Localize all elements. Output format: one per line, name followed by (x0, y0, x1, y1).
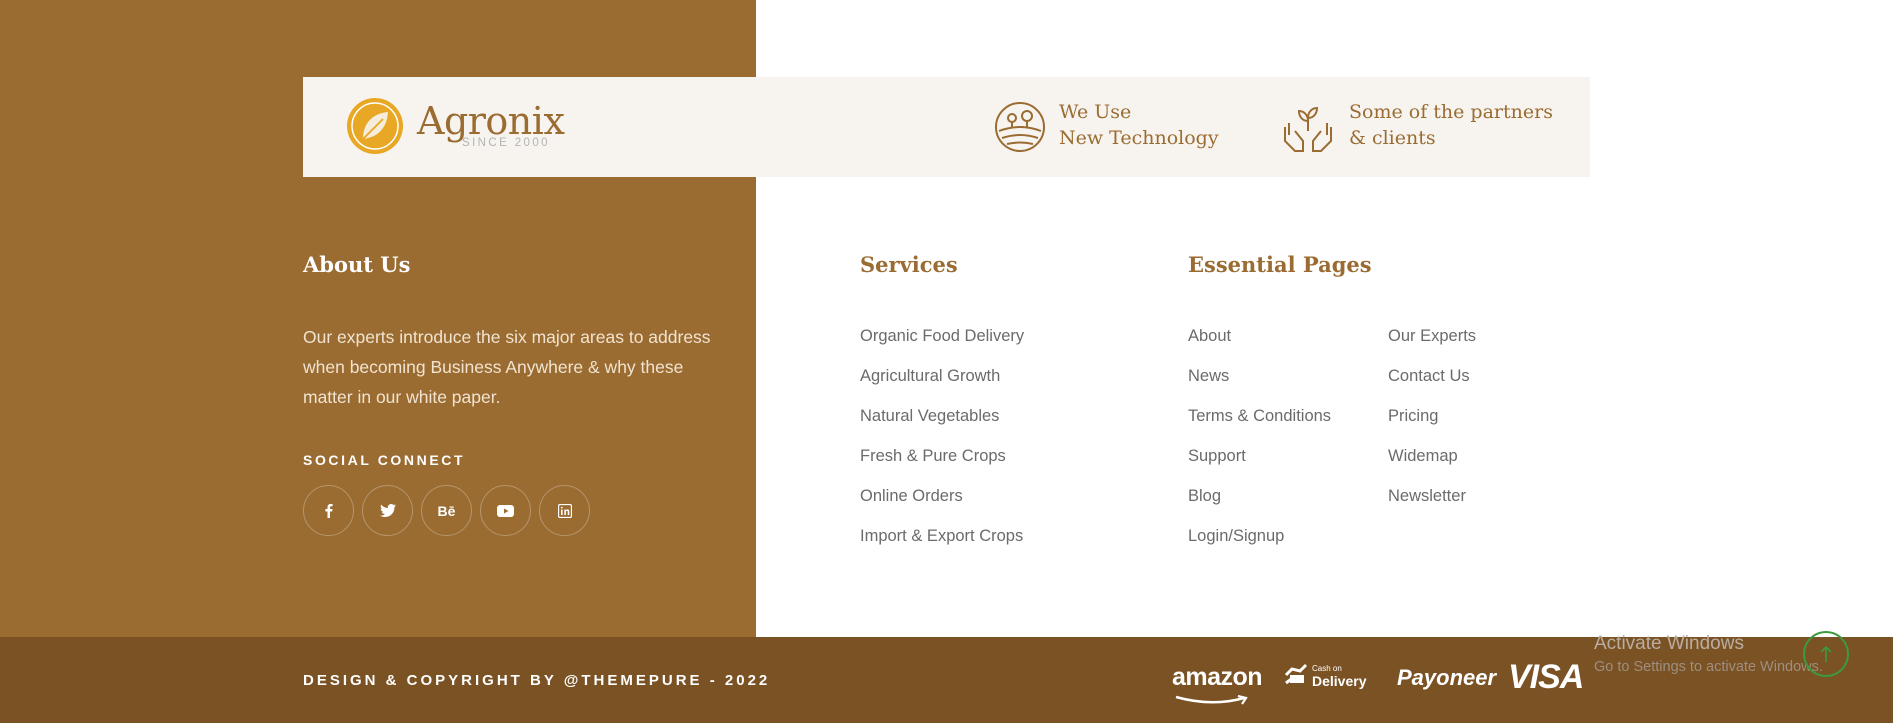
services-link[interactable]: Organic Food Delivery (860, 322, 1024, 362)
linkedin-icon (557, 503, 572, 518)
page-link[interactable]: News (1188, 362, 1331, 402)
twitter-button[interactable] (362, 485, 413, 536)
youtube-button[interactable] (480, 485, 531, 536)
logo-tagline: SINCE 2000 (462, 137, 550, 149)
feature-technology-line2: New Technology (1059, 127, 1219, 149)
services-link[interactable]: Natural Vegetables (860, 402, 1024, 442)
arrow-up-icon (1820, 645, 1832, 662)
services-link[interactable]: Agricultural Growth (860, 362, 1024, 402)
cash-on-delivery-logo: Cash on Delivery (1284, 661, 1366, 692)
payment-methods: amazon Cash on Delivery Payoneer VISA (1172, 653, 1592, 705)
behance-icon: Bē (437, 502, 456, 519)
about-text: Our experts introduce the six major area… (303, 327, 711, 407)
page-link[interactable]: Contact Us (1388, 362, 1476, 402)
linkedin-button[interactable] (539, 485, 590, 536)
cod-big-text: Delivery (1312, 673, 1367, 689)
feature-technology-text: We Use New Technology (1059, 99, 1219, 151)
essential-pages-title: Essential Pages (1188, 252, 1372, 277)
facebook-button[interactable] (303, 485, 354, 536)
behance-button[interactable]: Bē (421, 485, 472, 536)
feature-partners-line1: Some of the partners (1349, 101, 1553, 123)
services-link[interactable]: Fresh & Pure Crops (860, 442, 1024, 482)
services-link[interactable]: Import & Export Crops (860, 522, 1024, 562)
feature-partners: Some of the partners & clients (1281, 97, 1581, 157)
farm-icon (995, 102, 1045, 152)
essential-pages-links-col2: Our Experts Contact Us Pricing Widemap N… (1388, 322, 1476, 522)
page-link[interactable]: Pricing (1388, 402, 1476, 442)
essential-pages-links-col1: About News Terms & Conditions Support Bl… (1188, 322, 1331, 562)
visa-logo: VISA (1508, 658, 1584, 696)
page-link[interactable]: Support (1188, 442, 1331, 482)
about-title: About Us (303, 252, 411, 277)
cod-small-text: Cash on (1312, 664, 1342, 673)
services-link[interactable]: Online Orders (860, 482, 1024, 522)
amazon-smile-icon (1175, 695, 1248, 705)
plant-hands-icon (1284, 106, 1332, 152)
page-link[interactable]: Login/Signup (1188, 522, 1331, 562)
social-connect-title: SOCIAL CONNECT (303, 452, 466, 468)
page-link[interactable]: Widemap (1388, 442, 1476, 482)
feature-technology: We Use New Technology (994, 97, 1244, 157)
feature-partners-line2: & clients (1349, 127, 1436, 149)
payoneer-logo: Payoneer (1397, 665, 1497, 690)
page-link[interactable]: Newsletter (1388, 482, 1476, 522)
feature-partners-text: Some of the partners & clients (1349, 99, 1553, 151)
activate-windows-title: Activate Windows (1594, 633, 1744, 654)
activate-windows-subtitle: Go to Settings to activate Windows. (1594, 659, 1823, 675)
youtube-icon (497, 504, 514, 517)
leaf-logo-icon (347, 98, 403, 154)
services-title: Services (860, 252, 958, 277)
activate-windows-watermark: Activate Windows Go to Settings to activ… (1594, 633, 1823, 675)
copyright-text: DESIGN & COPYRIGHT BY @THEMEPURE - 2022 (303, 672, 771, 689)
page-link[interactable]: Terms & Conditions (1188, 402, 1331, 442)
footer-top-bar: Agronix SINCE 2000 We Use New Technology (303, 77, 1590, 177)
page-link[interactable]: Blog (1188, 482, 1331, 522)
page-link[interactable]: Our Experts (1388, 322, 1476, 362)
amazon-logo: amazon (1172, 663, 1263, 705)
facebook-icon (325, 504, 333, 518)
services-links: Organic Food Delivery Agricultural Growt… (860, 322, 1024, 562)
feature-technology-line1: We Use (1059, 101, 1132, 123)
amazon-wordmark: amazon (1172, 663, 1263, 691)
page-link[interactable]: About (1188, 322, 1331, 362)
social-links: Bē (303, 485, 590, 536)
logo[interactable]: Agronix SINCE 2000 (345, 95, 575, 159)
cash-delivery-icon (1284, 663, 1308, 685)
twitter-icon (379, 504, 396, 517)
scroll-to-top-button[interactable] (1803, 631, 1849, 677)
